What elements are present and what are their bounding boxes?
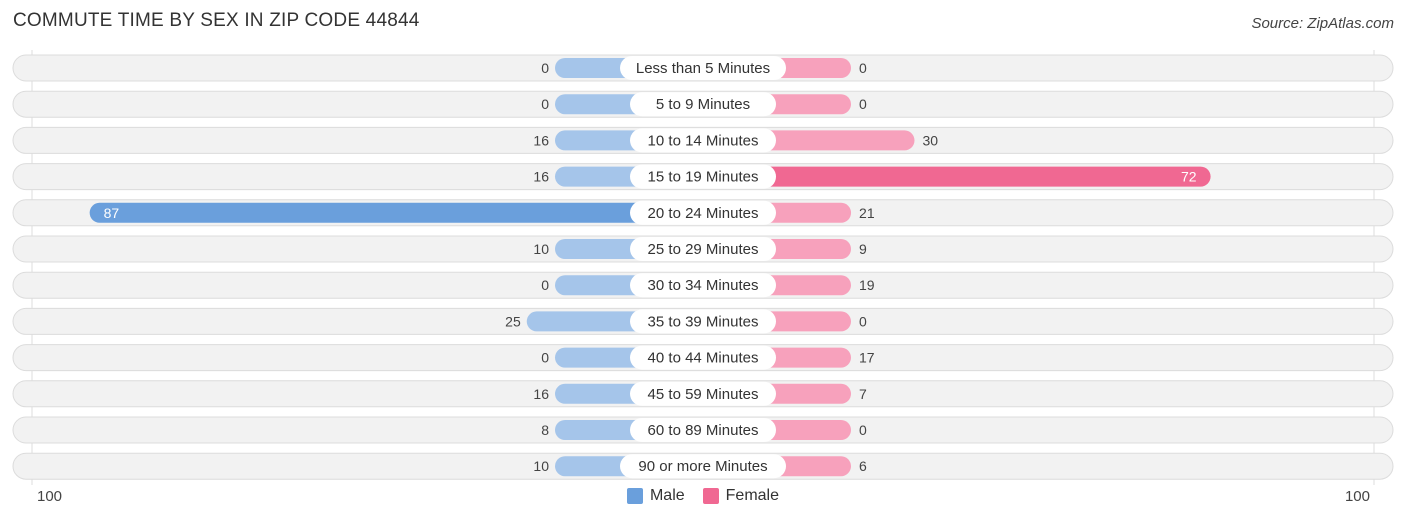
value-label-male: 8: [541, 422, 549, 438]
value-label-female: 9: [859, 241, 867, 257]
value-label-male: 0: [541, 60, 549, 76]
legend: Male Female: [0, 487, 1406, 505]
bar-male: [89, 202, 703, 223]
value-label-male: 16: [533, 169, 549, 185]
value-label-male: 10: [533, 458, 549, 474]
value-label-male: 16: [533, 386, 549, 402]
value-label-female: 19: [859, 277, 875, 293]
value-label-female: 21: [859, 205, 875, 221]
value-label-female: 17: [859, 350, 875, 366]
category-label: 30 to 34 Minutes: [648, 277, 759, 294]
value-label-female: 30: [923, 132, 939, 148]
value-label-male: 0: [541, 277, 549, 293]
category-label: Less than 5 Minutes: [636, 60, 770, 77]
legend-item-male[interactable]: Male: [626, 487, 685, 505]
category-label: 40 to 44 Minutes: [648, 350, 759, 367]
value-label-female: 6: [859, 458, 867, 474]
value-label-female: 0: [859, 313, 867, 329]
category-label: 45 to 59 Minutes: [648, 386, 759, 403]
legend-swatch-female: [702, 488, 719, 504]
legend-label-female: Female: [725, 487, 780, 504]
category-label: 60 to 89 Minutes: [648, 422, 759, 439]
category-label: 35 to 39 Minutes: [648, 313, 759, 330]
value-label-female: 72: [1181, 169, 1197, 185]
value-label-male: 0: [541, 350, 549, 366]
category-label: 10 to 14 Minutes: [648, 132, 759, 149]
value-label-female: 0: [859, 60, 867, 76]
value-label-male: 25: [505, 313, 521, 329]
value-label-female: 0: [859, 96, 867, 112]
value-label-female: 7: [859, 386, 867, 402]
legend-item-female[interactable]: Female: [702, 487, 780, 505]
bar-female: [703, 166, 1211, 187]
value-label-female: 0: [859, 422, 867, 438]
legend-label-male: Male: [649, 487, 685, 504]
value-label-male: 0: [541, 96, 549, 112]
value-label-male: 16: [533, 132, 549, 148]
value-label-male: 10: [533, 241, 549, 257]
value-label-male: 87: [104, 205, 120, 221]
category-label: 5 to 9 Minutes: [656, 96, 750, 113]
legend-swatch-male: [626, 488, 643, 504]
category-label: 20 to 24 Minutes: [648, 205, 759, 222]
category-label: 25 to 29 Minutes: [648, 241, 759, 258]
chart-area: 0 0 Less than 5 Minutes 0 0 5 to 9 Minutes 16 3…: [12, 50, 1394, 485]
category-label: 15 to 19 Minutes: [648, 169, 759, 186]
category-label: 90 or more Minutes: [638, 458, 767, 475]
